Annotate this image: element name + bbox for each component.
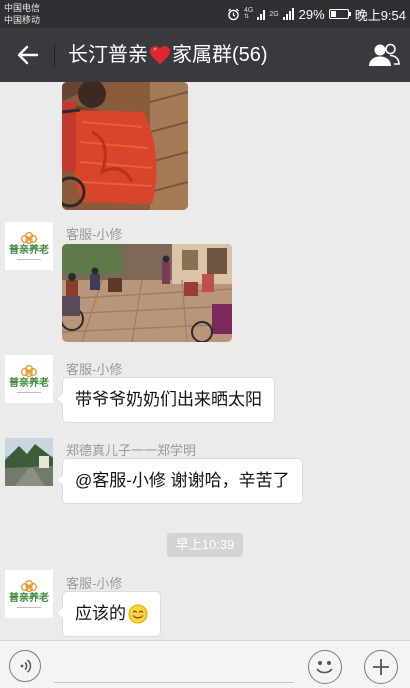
back-arrow-icon: [17, 45, 39, 65]
image-message-wheelchair[interactable]: [62, 82, 188, 210]
plus-icon: [373, 659, 389, 675]
courtyard-photo: [62, 244, 232, 342]
avatar-customer-service[interactable]: 普亲养老 ━━━━━━━━━━: [5, 355, 53, 403]
sender-name: 郑德真儿子一一郑学明: [66, 443, 197, 458]
carrier-info: 中国电信 中国移动: [4, 2, 40, 26]
battery-fill: [330, 11, 336, 17]
smiley-icon: [316, 661, 333, 674]
logo-flower-icon: [20, 364, 38, 377]
heart-icon: [150, 46, 170, 64]
back-button[interactable]: [8, 35, 48, 75]
timestamp-chip: 早上10:39: [167, 533, 243, 557]
logo-text: 普亲养老: [9, 377, 49, 389]
voice-icon: [20, 659, 32, 673]
avatar-customer-service[interactable]: 普亲养老 ━━━━━━━━━━: [5, 222, 53, 270]
title-prefix: 长汀普亲: [68, 44, 148, 66]
logo-flower-icon: [20, 231, 38, 244]
avatar-customer-service[interactable]: 普亲养老 ━━━━━━━━━━: [5, 570, 53, 618]
input-bar: [0, 640, 410, 688]
signal-icon-2: [282, 8, 294, 20]
logo-text: 普亲养老: [9, 592, 49, 604]
carrier-2: 中国移动: [4, 15, 41, 25]
carrier-1: 中国电信: [4, 3, 41, 13]
emoji-button[interactable]: [308, 650, 342, 684]
status-bar: 中国电信 中国移动 4G ⇅ 2G 29% 晚上9:54: [0, 0, 410, 28]
net-type-2: 2G: [269, 10, 279, 18]
net-type-1: 4G ⇅: [243, 7, 254, 20]
sender-name: 客服-小修: [66, 362, 123, 377]
text-message-bubble[interactable]: @客服-小修 谢谢哈，辛苦了: [56, 458, 303, 504]
chat-area[interactable]: 普亲养老 ━━━━━━━━━━ 客服-小修 普亲养老 ━━━━━━━━━━ 客服…: [0, 82, 410, 640]
logo-text: 普亲养老: [9, 244, 49, 256]
clock: 晚上9:54: [354, 7, 406, 23]
chat-header: 长汀普亲 家属群(56): [0, 28, 410, 82]
logo-flower-icon: [20, 579, 38, 592]
logo-subtext: ━━━━━━━━━━: [16, 604, 42, 610]
more-functions-button[interactable]: [364, 650, 398, 684]
image-message-courtyard[interactable]: [62, 244, 232, 342]
group-info-button[interactable]: [366, 38, 402, 72]
battery-icon: [328, 9, 351, 19]
battery-percent: 29%: [298, 6, 325, 22]
logo-subtext: ━━━━━━━━━━: [16, 256, 42, 262]
alarm-icon: [228, 8, 239, 20]
logo-subtext: ━━━━━━━━━━: [16, 389, 42, 395]
status-icons: 4G ⇅ 2G 29% 晚上9:54: [227, 5, 406, 23]
text-message-bubble[interactable]: 带爷爷奶奶们出来晒太阳: [56, 377, 275, 423]
wheelchair-photo: [62, 82, 188, 210]
chat-title: 长汀普亲 家属群(56): [68, 43, 268, 67]
avatar-photo: [5, 438, 53, 486]
sender-name: 客服-小修: [66, 227, 123, 242]
title-suffix: 家属群(56): [172, 44, 268, 66]
smile-emoji-icon: [128, 604, 148, 624]
group-members-icon: [369, 43, 400, 66]
header-divider: [54, 44, 55, 66]
message-text: 应该的: [75, 604, 126, 623]
text-message-bubble[interactable]: 应该的: [56, 591, 161, 637]
message-input[interactable]: [54, 649, 294, 683]
signal-icon-1: [257, 10, 266, 20]
voice-button[interactable]: [9, 650, 41, 682]
sender-name: 客服-小修: [66, 576, 123, 591]
avatar-family-member[interactable]: [5, 438, 53, 486]
